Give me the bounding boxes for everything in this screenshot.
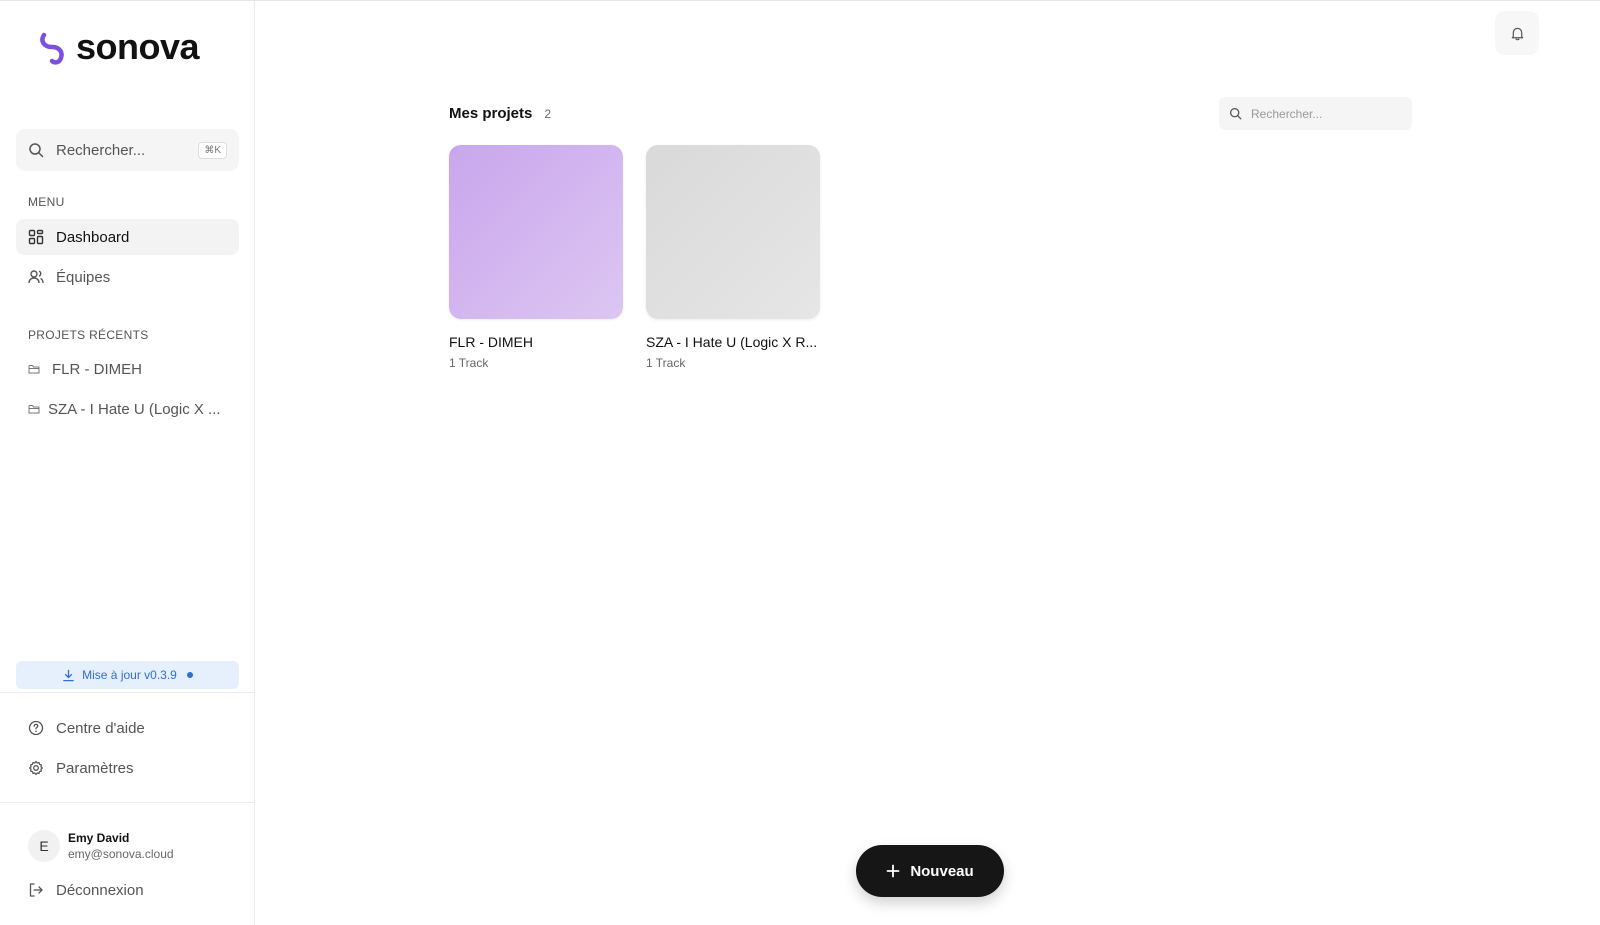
sidebar-item-label: Dashboard bbox=[56, 228, 130, 246]
sidebar-item-label: Équipes bbox=[56, 268, 111, 286]
project-track-count: 1 Track bbox=[646, 356, 686, 370]
projects-count: 2 bbox=[544, 107, 552, 121]
user-email: emy@sonova.cloud bbox=[68, 847, 174, 861]
sidebar-item-label: Paramètres bbox=[56, 759, 134, 777]
notifications-button[interactable] bbox=[1495, 11, 1539, 55]
projects-header: Mes projets 2 bbox=[449, 105, 551, 122]
logo-text: sonova bbox=[76, 26, 200, 67]
user-name: Emy David bbox=[68, 831, 130, 845]
project-track-count: 1 Track bbox=[449, 356, 489, 370]
page-title: Mes projets bbox=[449, 105, 533, 122]
divider bbox=[0, 692, 255, 693]
project-card[interactable]: FLR - DIMEH 1 Track bbox=[449, 145, 623, 370]
folder-icon bbox=[28, 405, 40, 414]
sidebar-item-help[interactable]: Centre d'aide bbox=[16, 710, 239, 746]
project-thumbnail[interactable] bbox=[646, 145, 820, 319]
menu-section-label: MENU bbox=[28, 195, 65, 209]
project-name: FLR - DIMEH bbox=[449, 334, 533, 350]
help-circle-icon bbox=[28, 720, 44, 736]
gear-icon bbox=[28, 760, 44, 776]
divider bbox=[0, 802, 255, 803]
project-card[interactable]: SZA - I Hate U (Logic X R... 1 Track bbox=[646, 145, 820, 370]
logout-button[interactable]: Déconnexion bbox=[16, 872, 239, 908]
logo[interactable]: sonova bbox=[38, 26, 200, 67]
recent-project-label: SZA - I Hate U (Logic X ... bbox=[48, 400, 221, 418]
project-name: SZA - I Hate U (Logic X R... bbox=[646, 334, 818, 350]
update-dot bbox=[186, 672, 193, 678]
new-project-button[interactable]: Nouveau bbox=[856, 845, 1004, 897]
logout-label: Déconnexion bbox=[56, 881, 144, 899]
shortcut-badge: ⌘K bbox=[198, 141, 227, 159]
user-profile[interactable]: E Emy David emy@sonova.cloud bbox=[28, 830, 174, 862]
search-icon bbox=[29, 143, 44, 158]
project-thumbnail[interactable] bbox=[449, 145, 623, 319]
recent-project-label: FLR - DIMEH bbox=[52, 360, 142, 378]
sidebar: sonova Rechercher... ⌘K MENU Dashboard É… bbox=[0, 1, 255, 925]
sidebar-item-settings[interactable]: Paramètres bbox=[16, 750, 239, 786]
plus-icon bbox=[886, 864, 900, 878]
recent-projects-label: PROJETS RÉCENTS bbox=[28, 328, 149, 342]
logo-icon bbox=[40, 32, 64, 65]
sidebar-item-dashboard[interactable]: Dashboard bbox=[16, 219, 239, 255]
logout-icon bbox=[29, 883, 43, 897]
folder-icon bbox=[28, 365, 40, 374]
projects-search-input[interactable]: Rechercher... bbox=[1219, 97, 1412, 130]
avatar: E bbox=[28, 830, 60, 862]
sidebar-search-placeholder: Rechercher... bbox=[56, 141, 146, 159]
sidebar-item-equipes[interactable]: Équipes bbox=[16, 259, 239, 295]
new-button-label: Nouveau bbox=[910, 862, 974, 880]
download-icon bbox=[63, 669, 74, 681]
update-label: Mise à jour v0.3.9 bbox=[82, 668, 177, 682]
users-icon bbox=[28, 270, 44, 284]
grid-icon bbox=[28, 229, 44, 245]
search-icon bbox=[1229, 107, 1242, 120]
sidebar-item-label: Centre d'aide bbox=[56, 719, 145, 737]
sidebar-recent-sza[interactable]: SZA - I Hate U (Logic X ... bbox=[16, 391, 239, 427]
sidebar-recent-flr[interactable]: FLR - DIMEH bbox=[16, 351, 239, 387]
bell-icon bbox=[1511, 27, 1523, 40]
sidebar-search[interactable]: Rechercher... ⌘K bbox=[16, 129, 239, 171]
update-button[interactable]: Mise à jour v0.3.9 bbox=[16, 661, 239, 689]
search-placeholder: Rechercher... bbox=[1251, 106, 1323, 121]
